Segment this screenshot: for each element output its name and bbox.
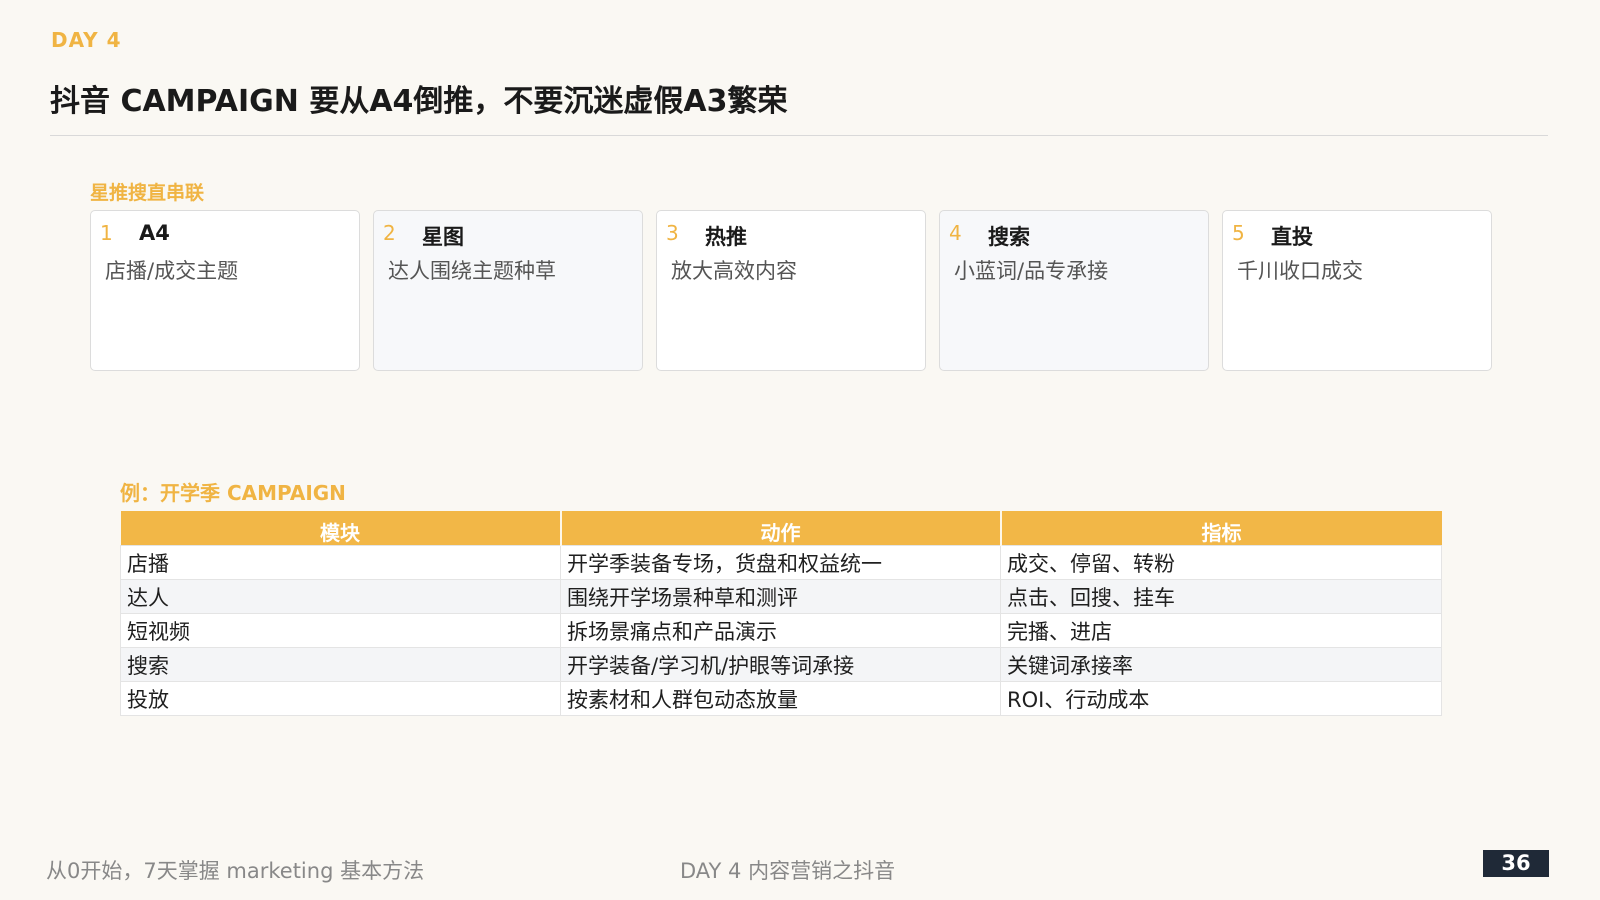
table-cell-metric: 点击、回搜、挂车 xyxy=(1000,579,1442,614)
table-header-row: 模块 动作 指标 xyxy=(120,511,1442,546)
step-title: 热推 xyxy=(705,225,747,249)
campaign-table: 模块 动作 指标 店播 开学季装备专场，货盘和权益统一 成交、停留、转粉 达人 … xyxy=(120,511,1442,716)
steps-section-label: 星推搜直串联 xyxy=(90,182,205,204)
step-title: 直投 xyxy=(1271,225,1313,249)
title-divider xyxy=(50,135,1548,136)
step-description: 达人围绕主题种草 xyxy=(388,259,556,283)
table-cell-metric: 关键词承接率 xyxy=(1000,647,1442,682)
table-cell-module: 店播 xyxy=(120,545,561,580)
step-number: 5 xyxy=(1232,221,1245,245)
column-header-metric: 指标 xyxy=(1000,511,1442,546)
footer-section-title: DAY 4 内容营销之抖音 xyxy=(680,859,896,883)
footer-course-title: 从0开始，7天掌握 marketing 基本方法 xyxy=(46,859,425,883)
table-row: 店播 开学季装备专场，货盘和权益统一 成交、停留、转粉 xyxy=(120,545,1442,580)
table-cell-metric: ROI、行动成本 xyxy=(1000,681,1442,716)
page-number-badge: 36 xyxy=(1483,850,1549,877)
table-cell-action: 按素材和人群包动态放量 xyxy=(560,681,1001,716)
step-description: 店播/成交主题 xyxy=(105,259,239,283)
day-label: DAY 4 xyxy=(51,28,122,52)
step-card-2: 2 星图 达人围绕主题种草 xyxy=(373,210,643,371)
column-header-action: 动作 xyxy=(560,511,1002,546)
step-title: A4 xyxy=(139,221,170,245)
table-cell-module: 搜索 xyxy=(120,647,561,682)
table-cell-action: 拆场景痛点和产品演示 xyxy=(560,613,1001,648)
step-description: 小蓝词/品专承接 xyxy=(954,259,1109,283)
table-cell-metric: 成交、停留、转粉 xyxy=(1000,545,1442,580)
step-number: 1 xyxy=(100,221,113,245)
column-header-module: 模块 xyxy=(120,511,562,546)
step-title: 搜索 xyxy=(988,225,1030,249)
table-cell-action: 开学装备/学习机/护眼等词承接 xyxy=(560,647,1001,682)
page-title: 抖音 CAMPAIGN 要从A4倒推，不要沉迷虚假A3繁荣 xyxy=(50,84,788,119)
step-card-4: 4 搜索 小蓝词/品专承接 xyxy=(939,210,1209,371)
step-number: 4 xyxy=(949,221,962,245)
table-row: 搜索 开学装备/学习机/护眼等词承接 关键词承接率 xyxy=(120,647,1442,682)
step-description: 千川收口成交 xyxy=(1237,259,1363,283)
table-row: 短视频 拆场景痛点和产品演示 完播、进店 xyxy=(120,613,1442,648)
table-cell-module: 达人 xyxy=(120,579,561,614)
table-row: 达人 围绕开学场景种草和测评 点击、回搜、挂车 xyxy=(120,579,1442,614)
table-cell-action: 开学季装备专场，货盘和权益统一 xyxy=(560,545,1001,580)
step-card-3: 3 热推 放大高效内容 xyxy=(656,210,926,371)
step-description: 放大高效内容 xyxy=(671,259,797,283)
table-row: 投放 按素材和人群包动态放量 ROI、行动成本 xyxy=(120,681,1442,716)
step-number: 2 xyxy=(383,221,396,245)
step-title: 星图 xyxy=(422,225,464,249)
step-number: 3 xyxy=(666,221,679,245)
step-card-1: 1 A4 店播/成交主题 xyxy=(90,210,360,371)
step-card-5: 5 直投 千川收口成交 xyxy=(1222,210,1492,371)
table-cell-action: 围绕开学场景种草和测评 xyxy=(560,579,1001,614)
table-cell-metric: 完播、进店 xyxy=(1000,613,1442,648)
table-cell-module: 短视频 xyxy=(120,613,561,648)
example-label: 例：开学季 CAMPAIGN xyxy=(120,481,346,505)
table-cell-module: 投放 xyxy=(120,681,561,716)
